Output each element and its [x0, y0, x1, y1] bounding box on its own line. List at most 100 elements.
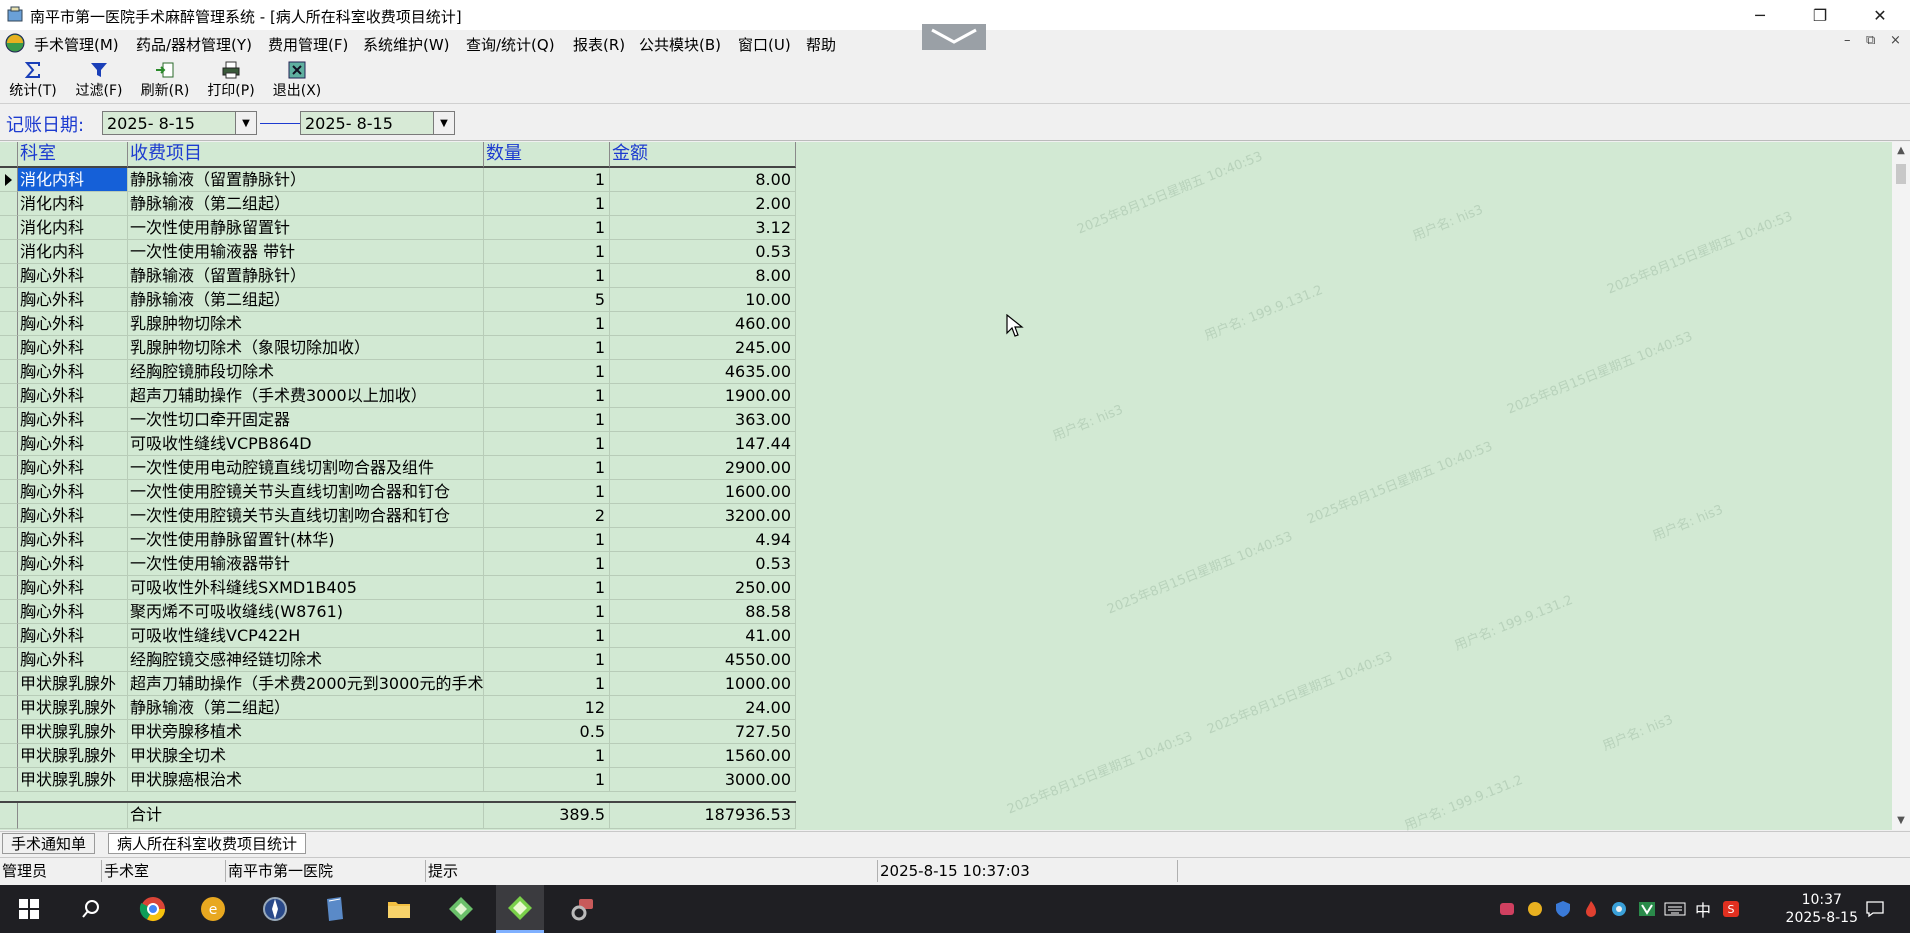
cell-item[interactable]: 超声刀辅助操作（手术费3000以上加收） — [128, 384, 484, 408]
tray-app-red-icon[interactable] — [1496, 899, 1518, 919]
refresh-button[interactable]: 刷新(R) — [134, 59, 196, 101]
cell-item[interactable]: 一次性使用腔镜关节头直线切割吻合器和钉仓 — [128, 480, 484, 504]
active-app-taskbar-button[interactable] — [496, 885, 544, 933]
column-header-dept[interactable]: 科室 — [18, 142, 128, 168]
cell-amount[interactable]: 4.94 — [610, 528, 796, 552]
cell-dept[interactable]: 甲状腺乳腺外 — [18, 696, 128, 720]
row-indicator[interactable] — [0, 360, 18, 384]
mdi-minimize-button[interactable]: – — [1844, 33, 1851, 48]
tray-app-color-icon[interactable] — [1608, 899, 1630, 919]
cell-amount[interactable]: 1900.00 — [610, 384, 796, 408]
cell-dept[interactable]: 胸心外科 — [18, 336, 128, 360]
cell-qty[interactable]: 0.5 — [484, 720, 610, 744]
cell-qty[interactable]: 2 — [484, 504, 610, 528]
cell-qty[interactable]: 1 — [484, 192, 610, 216]
mdi-child-icon[interactable] — [4, 32, 26, 54]
minimize-button[interactable]: ─ — [1730, 0, 1790, 30]
cell-item[interactable]: 聚丙烯不可吸收缝线(W8761) — [128, 600, 484, 624]
menu-system[interactable]: 系统维护(W) — [363, 34, 450, 55]
table-row[interactable]: 胸心外科 聚丙烯不可吸收缝线(W8761) 1 88.58 — [0, 600, 796, 624]
row-indicator[interactable] — [0, 528, 18, 552]
row-indicator[interactable] — [0, 312, 18, 336]
cell-dept[interactable]: 胸心外科 — [18, 384, 128, 408]
print-button[interactable]: 打印(P) — [200, 59, 262, 101]
tray-app-shield-icon[interactable] — [1552, 899, 1574, 919]
cell-item[interactable]: 经胸腔镜交感神经链切除术 — [128, 648, 484, 672]
cell-item[interactable]: 一次性使用静脉留置针 — [128, 216, 484, 240]
scrollbar-thumb[interactable] — [1896, 164, 1906, 184]
tray-app-v-icon[interactable] — [1636, 899, 1658, 919]
cell-item[interactable]: 静脉输液（第二组起） — [128, 192, 484, 216]
table-row[interactable]: 胸心外科 一次性使用腔镜关节头直线切割吻合器和钉仓 1 1600.00 — [0, 480, 796, 504]
row-indicator[interactable] — [0, 648, 18, 672]
row-indicator[interactable] — [0, 192, 18, 216]
menu-help[interactable]: 帮助 — [806, 34, 836, 55]
cell-amount[interactable]: 727.50 — [610, 720, 796, 744]
tray-app-flame-icon[interactable] — [1580, 899, 1602, 919]
table-row[interactable]: 胸心外科 经胸腔镜交感神经链切除术 1 4550.00 — [0, 648, 796, 672]
cell-item[interactable]: 静脉输液（第二组起） — [128, 288, 484, 312]
cell-dept[interactable]: 胸心外科 — [18, 504, 128, 528]
cell-qty[interactable]: 1 — [484, 360, 610, 384]
cell-dept[interactable]: 胸心外科 — [18, 576, 128, 600]
cell-item[interactable]: 甲状腺癌根治术 — [128, 768, 484, 792]
cell-qty[interactable]: 1 — [484, 528, 610, 552]
row-indicator[interactable] — [0, 600, 18, 624]
column-header-amount[interactable]: 金额 — [610, 142, 796, 168]
cell-qty[interactable]: 1 — [484, 576, 610, 600]
table-row[interactable]: 甲状腺乳腺外 静脉输液（第二组起） 12 24.00 — [0, 696, 796, 720]
cell-amount[interactable]: 363.00 — [610, 408, 796, 432]
cell-item[interactable]: 一次性切口牵开固定器 — [128, 408, 484, 432]
cell-qty[interactable]: 12 — [484, 696, 610, 720]
row-indicator[interactable] — [0, 480, 18, 504]
vertical-scrollbar[interactable]: ▲ ▼ — [1892, 142, 1910, 830]
cell-amount[interactable]: 3200.00 — [610, 504, 796, 528]
cell-dept[interactable]: 胸心外科 — [18, 624, 128, 648]
chevron-down-icon[interactable]: ▼ — [433, 112, 454, 134]
stats-button[interactable]: 统计(T) — [2, 59, 64, 101]
cell-amount[interactable]: 147.44 — [610, 432, 796, 456]
cell-item[interactable]: 一次性使用腔镜关节头直线切割吻合器和钉仓 — [128, 504, 484, 528]
cell-qty[interactable]: 1 — [484, 480, 610, 504]
table-row[interactable]: 胸心外科 超声刀辅助操作（手术费3000以上加收） 1 1900.00 — [0, 384, 796, 408]
row-indicator[interactable] — [0, 552, 18, 576]
table-row[interactable]: 消化内科 静脉输液（留置静脉针） 1 8.00 — [0, 168, 796, 192]
cell-dept[interactable]: 消化内科 — [18, 168, 128, 192]
table-row[interactable]: 胸心外科 可吸收性缝线VCP422H 1 41.00 — [0, 624, 796, 648]
cell-qty[interactable]: 1 — [484, 600, 610, 624]
cell-qty[interactable]: 1 — [484, 216, 610, 240]
menu-reports[interactable]: 报表(R) — [573, 34, 625, 55]
cell-amount[interactable]: 1000.00 — [610, 672, 796, 696]
chevron-down-icon[interactable]: ▼ — [235, 112, 256, 134]
app-gear-taskbar-button[interactable] — [566, 893, 600, 925]
table-row[interactable]: 胸心外科 乳腺肿物切除术 1 460.00 — [0, 312, 796, 336]
cell-dept[interactable]: 甲状腺乳腺外 — [18, 672, 128, 696]
cell-amount[interactable]: 0.53 — [610, 240, 796, 264]
table-row[interactable]: 消化内科 静脉输液（第二组起） 1 2.00 — [0, 192, 796, 216]
cell-qty[interactable]: 1 — [484, 168, 610, 192]
table-row[interactable]: 甲状腺乳腺外 甲状腺全切术 1 1560.00 — [0, 744, 796, 768]
row-indicator[interactable] — [0, 768, 18, 792]
cell-qty[interactable]: 1 — [484, 552, 610, 576]
menu-drugs[interactable]: 药品/器材管理(Y) — [136, 34, 252, 55]
cell-item[interactable]: 静脉输液（第二组起） — [128, 696, 484, 720]
cell-qty[interactable]: 1 — [484, 672, 610, 696]
tray-app-s-icon[interactable]: S — [1720, 899, 1742, 919]
row-indicator[interactable] — [0, 504, 18, 528]
cell-dept[interactable]: 胸心外科 — [18, 552, 128, 576]
cell-item[interactable]: 乳腺肿物切除术（象限切除加收） — [128, 336, 484, 360]
cell-amount[interactable]: 3000.00 — [610, 768, 796, 792]
cell-qty[interactable]: 1 — [484, 768, 610, 792]
row-indicator[interactable] — [0, 408, 18, 432]
row-indicator[interactable] — [0, 744, 18, 768]
cell-qty[interactable]: 1 — [484, 264, 610, 288]
cell-dept[interactable]: 胸心外科 — [18, 432, 128, 456]
cell-qty[interactable]: 1 — [484, 432, 610, 456]
table-row[interactable]: 甲状腺乳腺外 甲状旁腺移植术 0.5 727.50 — [0, 720, 796, 744]
cell-amount[interactable]: 8.00 — [610, 168, 796, 192]
cell-amount[interactable]: 41.00 — [610, 624, 796, 648]
row-indicator[interactable] — [0, 384, 18, 408]
cell-qty[interactable]: 1 — [484, 624, 610, 648]
chrome-taskbar-button[interactable] — [136, 893, 170, 925]
table-row[interactable]: 胸心外科 可吸收性缝线VCPB864D 1 147.44 — [0, 432, 796, 456]
